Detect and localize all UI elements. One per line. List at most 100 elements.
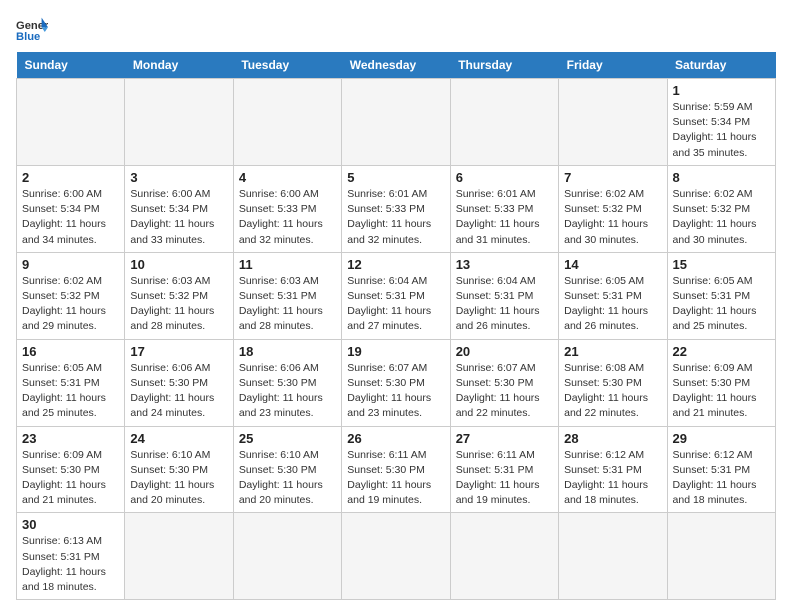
logo-icon: General Blue	[16, 16, 48, 44]
calendar-day-cell: 22 Sunrise: 6:09 AM Sunset: 5:30 PM Dayli…	[667, 339, 775, 426]
day-number: 1	[673, 83, 770, 98]
day-info: Sunrise: 6:09 AM Sunset: 5:30 PM Dayligh…	[22, 448, 119, 509]
calendar-week-row: 9 Sunrise: 6:02 AM Sunset: 5:32 PM Daylig…	[17, 252, 776, 339]
calendar-day-cell: 28Sunrise: 6:12 AM Sunset: 5:31 PM Dayli…	[559, 426, 667, 513]
calendar-day-cell: 6 Sunrise: 6:01 AM Sunset: 5:33 PM Daylig…	[450, 165, 558, 252]
calendar-table: SundayMondayTuesdayWednesdayThursdayFrid…	[16, 52, 776, 600]
svg-text:Blue: Blue	[16, 31, 40, 43]
calendar-day-cell: 21 Sunrise: 6:08 AM Sunset: 5:30 PM Dayli…	[559, 339, 667, 426]
calendar-day-cell	[450, 79, 558, 166]
day-number: 6	[456, 170, 553, 185]
day-number: 8	[673, 170, 770, 185]
day-number: 17	[130, 344, 227, 359]
day-number: 11	[239, 257, 336, 272]
calendar-day-cell	[17, 79, 125, 166]
weekday-header-cell: Tuesday	[233, 52, 341, 79]
day-info: Sunrise: 6:04 AM Sunset: 5:31 PM Dayligh…	[456, 274, 553, 335]
day-info: Sunrise: 6:09 AM Sunset: 5:30 PM Dayligh…	[673, 361, 770, 422]
day-info: Sunrise: 6:02 AM Sunset: 5:32 PM Dayligh…	[673, 187, 770, 248]
day-number: 5	[347, 170, 444, 185]
weekday-header: SundayMondayTuesdayWednesdayThursdayFrid…	[17, 52, 776, 79]
day-info: Sunrise: 6:12 AM Sunset: 5:31 PM Dayligh…	[564, 448, 661, 509]
weekday-header-cell: Saturday	[667, 52, 775, 79]
calendar-day-cell: 19 Sunrise: 6:07 AM Sunset: 5:30 PM Dayli…	[342, 339, 450, 426]
day-info: Sunrise: 5:59 AM Sunset: 5:34 PM Dayligh…	[673, 100, 770, 161]
day-number: 27	[456, 431, 553, 446]
calendar-day-cell	[559, 79, 667, 166]
calendar-day-cell	[125, 513, 233, 600]
day-number: 14	[564, 257, 661, 272]
weekday-header-cell: Monday	[125, 52, 233, 79]
weekday-header-cell: Sunday	[17, 52, 125, 79]
day-info: Sunrise: 6:12 AM Sunset: 5:31 PM Dayligh…	[673, 448, 770, 509]
calendar-day-cell: 18 Sunrise: 6:06 AM Sunset: 5:30 PM Dayli…	[233, 339, 341, 426]
calendar-day-cell: 10Sunrise: 6:03 AM Sunset: 5:32 PM Dayli…	[125, 252, 233, 339]
calendar-day-cell	[342, 513, 450, 600]
calendar-day-cell: 14 Sunrise: 6:05 AM Sunset: 5:31 PM Dayli…	[559, 252, 667, 339]
day-number: 19	[347, 344, 444, 359]
calendar-day-cell: 5 Sunrise: 6:01 AM Sunset: 5:33 PM Daylig…	[342, 165, 450, 252]
day-info: Sunrise: 6:07 AM Sunset: 5:30 PM Dayligh…	[456, 361, 553, 422]
day-number: 25	[239, 431, 336, 446]
day-info: Sunrise: 6:08 AM Sunset: 5:30 PM Dayligh…	[564, 361, 661, 422]
calendar-day-cell: 4Sunrise: 6:00 AM Sunset: 5:33 PM Daylig…	[233, 165, 341, 252]
calendar-day-cell	[450, 513, 558, 600]
calendar-day-cell: 23Sunrise: 6:09 AM Sunset: 5:30 PM Dayli…	[17, 426, 125, 513]
day-info: Sunrise: 6:01 AM Sunset: 5:33 PM Dayligh…	[347, 187, 444, 248]
calendar-day-cell	[342, 79, 450, 166]
day-info: Sunrise: 6:00 AM Sunset: 5:34 PM Dayligh…	[22, 187, 119, 248]
calendar-week-row: 1 Sunrise: 5:59 AM Sunset: 5:34 PM Daylig…	[17, 79, 776, 166]
calendar-day-cell: 1 Sunrise: 5:59 AM Sunset: 5:34 PM Daylig…	[667, 79, 775, 166]
calendar-day-cell: 25Sunrise: 6:10 AM Sunset: 5:30 PM Dayli…	[233, 426, 341, 513]
calendar-day-cell	[559, 513, 667, 600]
day-number: 20	[456, 344, 553, 359]
day-info: Sunrise: 6:05 AM Sunset: 5:31 PM Dayligh…	[673, 274, 770, 335]
day-info: Sunrise: 6:13 AM Sunset: 5:31 PM Dayligh…	[22, 534, 119, 595]
calendar-day-cell: 3Sunrise: 6:00 AM Sunset: 5:34 PM Daylig…	[125, 165, 233, 252]
calendar-week-row: 16Sunrise: 6:05 AM Sunset: 5:31 PM Dayli…	[17, 339, 776, 426]
calendar-day-cell: 24 Sunrise: 6:10 AM Sunset: 5:30 PM Dayli…	[125, 426, 233, 513]
calendar-week-row: 30Sunrise: 6:13 AM Sunset: 5:31 PM Dayli…	[17, 513, 776, 600]
day-info: Sunrise: 6:04 AM Sunset: 5:31 PM Dayligh…	[347, 274, 444, 335]
calendar-day-cell: 27 Sunrise: 6:11 AM Sunset: 5:31 PM Dayli…	[450, 426, 558, 513]
day-number: 26	[347, 431, 444, 446]
calendar-day-cell: 17 Sunrise: 6:06 AM Sunset: 5:30 PM Dayli…	[125, 339, 233, 426]
day-info: Sunrise: 6:11 AM Sunset: 5:31 PM Dayligh…	[456, 448, 553, 509]
header: General Blue	[16, 16, 776, 44]
calendar-day-cell: 8 Sunrise: 6:02 AM Sunset: 5:32 PM Daylig…	[667, 165, 775, 252]
day-info: Sunrise: 6:01 AM Sunset: 5:33 PM Dayligh…	[456, 187, 553, 248]
day-info: Sunrise: 6:02 AM Sunset: 5:32 PM Dayligh…	[22, 274, 119, 335]
day-number: 24	[130, 431, 227, 446]
day-info: Sunrise: 6:00 AM Sunset: 5:34 PM Dayligh…	[130, 187, 227, 248]
day-info: Sunrise: 6:03 AM Sunset: 5:31 PM Dayligh…	[239, 274, 336, 335]
day-info: Sunrise: 6:06 AM Sunset: 5:30 PM Dayligh…	[239, 361, 336, 422]
day-info: Sunrise: 6:03 AM Sunset: 5:32 PM Dayligh…	[130, 274, 227, 335]
day-number: 9	[22, 257, 119, 272]
calendar-week-row: 2 Sunrise: 6:00 AM Sunset: 5:34 PM Daylig…	[17, 165, 776, 252]
calendar-day-cell: 15 Sunrise: 6:05 AM Sunset: 5:31 PM Dayli…	[667, 252, 775, 339]
calendar-day-cell: 16Sunrise: 6:05 AM Sunset: 5:31 PM Dayli…	[17, 339, 125, 426]
day-number: 18	[239, 344, 336, 359]
day-number: 22	[673, 344, 770, 359]
calendar-day-cell: 29 Sunrise: 6:12 AM Sunset: 5:31 PM Dayli…	[667, 426, 775, 513]
day-number: 2	[22, 170, 119, 185]
calendar-day-cell: 11 Sunrise: 6:03 AM Sunset: 5:31 PM Dayli…	[233, 252, 341, 339]
calendar-day-cell: 13Sunrise: 6:04 AM Sunset: 5:31 PM Dayli…	[450, 252, 558, 339]
calendar-day-cell	[233, 513, 341, 600]
calendar-week-row: 23Sunrise: 6:09 AM Sunset: 5:30 PM Dayli…	[17, 426, 776, 513]
calendar-day-cell: 26Sunrise: 6:11 AM Sunset: 5:30 PM Dayli…	[342, 426, 450, 513]
day-number: 21	[564, 344, 661, 359]
day-info: Sunrise: 6:07 AM Sunset: 5:30 PM Dayligh…	[347, 361, 444, 422]
calendar-day-cell	[125, 79, 233, 166]
day-info: Sunrise: 6:10 AM Sunset: 5:30 PM Dayligh…	[130, 448, 227, 509]
calendar-body: 1 Sunrise: 5:59 AM Sunset: 5:34 PM Daylig…	[17, 79, 776, 600]
day-number: 12	[347, 257, 444, 272]
day-number: 15	[673, 257, 770, 272]
day-number: 29	[673, 431, 770, 446]
day-number: 4	[239, 170, 336, 185]
calendar-day-cell: 7Sunrise: 6:02 AM Sunset: 5:32 PM Daylig…	[559, 165, 667, 252]
calendar-day-cell: 30Sunrise: 6:13 AM Sunset: 5:31 PM Dayli…	[17, 513, 125, 600]
logo: General Blue	[16, 16, 48, 44]
day-info: Sunrise: 6:05 AM Sunset: 5:31 PM Dayligh…	[564, 274, 661, 335]
day-info: Sunrise: 6:06 AM Sunset: 5:30 PM Dayligh…	[130, 361, 227, 422]
